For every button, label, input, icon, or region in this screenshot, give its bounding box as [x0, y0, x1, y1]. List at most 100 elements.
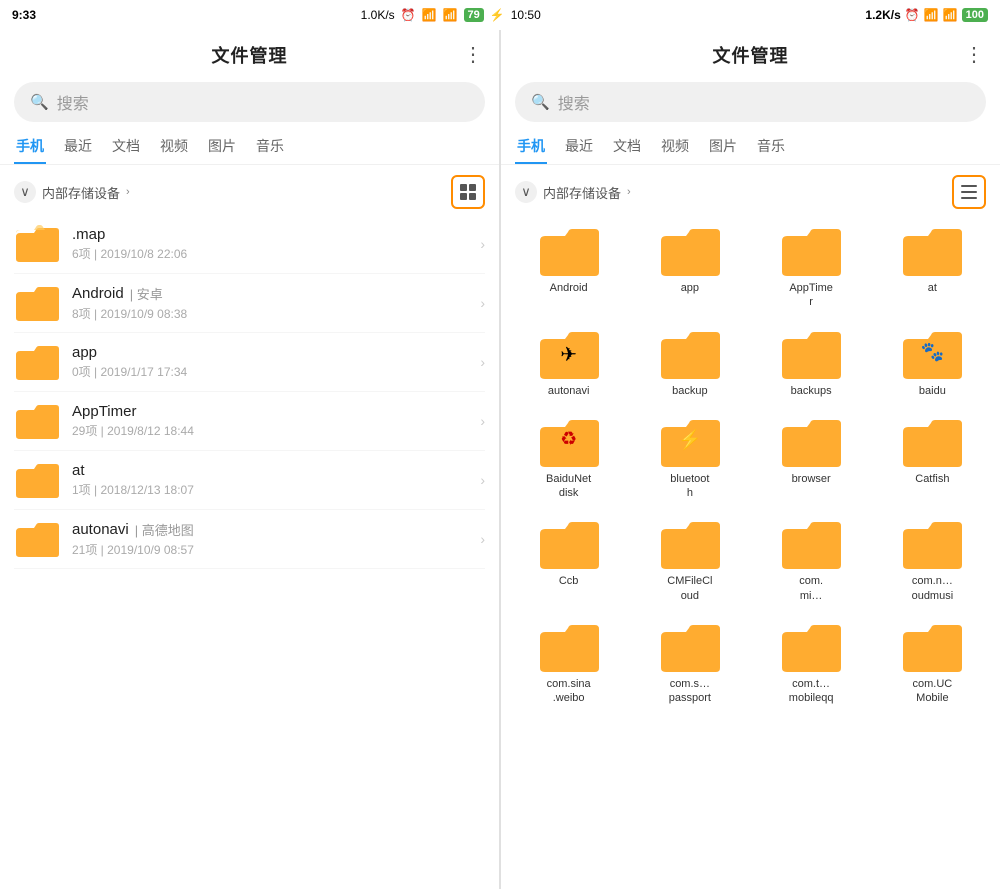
grid-item[interactable]: com.s…passport	[632, 615, 747, 712]
file-meta: 29项 | 2019/8/12 18:44	[72, 422, 480, 439]
right-tab-video[interactable]: 视频	[659, 130, 691, 164]
grid-row: Ccb CMFileCloud com.mi…	[511, 512, 990, 609]
list-item[interactable]: app 0项 | 2019/1/17 17:34 ›	[14, 333, 485, 392]
right-title: 文件管理	[713, 42, 789, 68]
grid-label: browser	[792, 472, 831, 486]
grid-item[interactable]: 🐾 baidu	[875, 322, 990, 404]
grid-item[interactable]: com.sina.weibo	[511, 615, 626, 712]
left-tab-music[interactable]: 音乐	[254, 130, 286, 164]
right-menu-icon[interactable]: ⋮	[964, 42, 984, 67]
right-tab-recent[interactable]: 最近	[563, 130, 595, 164]
grid-item[interactable]: backups	[754, 322, 869, 404]
folder-icon: 🐾	[901, 328, 963, 380]
grid-item[interactable]: ⚡ bluetooth	[632, 410, 747, 507]
file-name: app	[72, 344, 480, 361]
folder-icon	[780, 621, 842, 673]
grid-item[interactable]: CMFileCloud	[632, 512, 747, 609]
left-tab-video[interactable]: 视频	[158, 130, 190, 164]
left-breadcrumb-down[interactable]: ∨	[14, 181, 36, 203]
file-name: .map	[72, 226, 480, 243]
center-wifi-icon: 📶	[443, 8, 458, 22]
right-clock-icon: ⏰	[905, 8, 920, 22]
right-view-toggle[interactable]	[952, 175, 986, 209]
list-item[interactable]: .map 6项 | 2019/10/8 22:06 ›	[14, 215, 485, 274]
grid-item[interactable]: com.t…mobileqq	[754, 615, 869, 712]
folder-icon	[14, 520, 60, 558]
right-file-grid: Android app AppTimer	[501, 215, 1000, 889]
folder-icon	[780, 518, 842, 570]
list-item[interactable]: at 1项 | 2018/12/13 18:07 ›	[14, 451, 485, 510]
right-tab-doc[interactable]: 文档	[611, 130, 643, 164]
left-search-bar[interactable]: 🔍 搜索	[14, 82, 485, 122]
grid-item[interactable]: com.mi…	[754, 512, 869, 609]
right-tab-image[interactable]: 图片	[707, 130, 739, 164]
center-clock-icon: ⏰	[401, 8, 416, 22]
grid-item[interactable]: Ccb	[511, 512, 626, 609]
folder-icon	[14, 461, 60, 499]
left-tab-phone[interactable]: 手机	[14, 130, 46, 164]
grid-label: BaiduNetdisk	[546, 472, 591, 501]
right-search-icon: 🔍	[531, 93, 550, 111]
folder-icon: ♻	[538, 416, 600, 468]
grid-item[interactable]: backup	[632, 322, 747, 404]
grid-item[interactable]: ♻ BaiduNetdisk	[511, 410, 626, 507]
catfish-label: Catfish	[915, 472, 949, 486]
grid-label: com.n…oudmusi	[912, 574, 954, 603]
grid-item[interactable]: com.UCMobile	[875, 615, 990, 712]
right-breadcrumb-down[interactable]: ∨	[515, 181, 537, 203]
right-battery-badge: 100	[962, 8, 988, 22]
list-item[interactable]: autonavi | 高德地图 21项 | 2019/10/9 08:57 ›	[14, 510, 485, 569]
grid-item[interactable]: ✈ autonavi	[511, 322, 626, 404]
file-info: AppTimer 29项 | 2019/8/12 18:44	[72, 403, 480, 439]
right-speed: 1.2K/s	[865, 8, 900, 22]
list-item[interactable]: AppTimer 29项 | 2019/8/12 18:44 ›	[14, 392, 485, 451]
file-meta: 1项 | 2018/12/13 18:07	[72, 481, 480, 498]
file-name: Android | 安卓	[72, 284, 480, 303]
left-tab-doc[interactable]: 文档	[110, 130, 142, 164]
right-wifi-icon: 📶	[943, 8, 958, 22]
folder-icon	[14, 343, 60, 381]
right-tab-phone[interactable]: 手机	[515, 130, 547, 164]
grid-label: com.sina.weibo	[547, 677, 591, 706]
list-item[interactable]: Android | 安卓 8项 | 2019/10/9 08:38 ›	[14, 274, 485, 333]
left-search-placeholder: 搜索	[57, 90, 89, 114]
folder-icon	[659, 328, 721, 380]
grid-item[interactable]: com.n…oudmusi	[875, 512, 990, 609]
folder-icon	[780, 328, 842, 380]
grid-item-catfish[interactable]: Catfish	[875, 410, 990, 507]
grid-label: baidu	[919, 384, 946, 398]
left-view-toggle[interactable]	[451, 175, 485, 209]
left-menu-icon[interactable]: ⋮	[463, 42, 483, 67]
grid-item[interactable]: app	[632, 219, 747, 316]
grid-item[interactable]: Android	[511, 219, 626, 316]
folder-icon	[14, 402, 60, 440]
folder-icon	[659, 621, 721, 673]
left-title: 文件管理	[212, 42, 288, 68]
folder-icon	[659, 518, 721, 570]
right-tabs: 手机 最近 文档 视频 图片 音乐	[501, 130, 1000, 165]
left-search-icon: 🔍	[30, 93, 49, 111]
grid-label: com.t…mobileqq	[789, 677, 834, 706]
grid-label: com.UCMobile	[913, 677, 953, 706]
grid-row: ♻ BaiduNetdisk ⚡ bluetooth browser	[511, 410, 990, 507]
file-info: at 1项 | 2018/12/13 18:07	[72, 462, 480, 498]
right-tab-music[interactable]: 音乐	[755, 130, 787, 164]
left-tab-image[interactable]: 图片	[206, 130, 238, 164]
right-signal-icon: 📶	[924, 8, 939, 22]
left-header: 文件管理 ⋮	[0, 30, 499, 76]
center-speed: 1.0K/s	[361, 8, 395, 22]
grid-item[interactable]: at	[875, 219, 990, 316]
right-search-bar[interactable]: 🔍 搜索	[515, 82, 986, 122]
file-meta: 8项 | 2019/10/9 08:38	[72, 305, 480, 322]
grid-label: at	[928, 281, 937, 295]
folder-icon	[14, 225, 60, 263]
file-chevron: ›	[480, 472, 485, 488]
left-breadcrumb-text: 内部存储设备	[42, 183, 120, 202]
center-bolt-icon: ⚡	[490, 8, 505, 22]
grid-item[interactable]: AppTimer	[754, 219, 869, 316]
left-tab-recent[interactable]: 最近	[62, 130, 94, 164]
right-header: 文件管理 ⋮	[501, 30, 1000, 76]
file-chevron: ›	[480, 236, 485, 252]
grid-item[interactable]: browser	[754, 410, 869, 507]
left-file-list: .map 6项 | 2019/10/8 22:06 › Android | 安卓…	[0, 215, 499, 889]
